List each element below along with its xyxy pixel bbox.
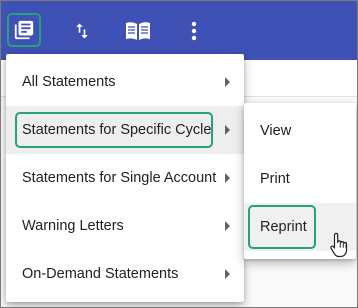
menu-item-label: Warning Letters — [22, 218, 124, 234]
submenu-item-label: View — [260, 123, 292, 139]
menu-item-label: All Statements — [22, 74, 116, 90]
chevron-right-icon — [225, 125, 230, 135]
more-vert-icon — [191, 21, 197, 41]
submenu-item-view[interactable]: View — [244, 107, 356, 155]
menu-item-statements-specific-cycle[interactable]: Statements for Specific Cycle — [6, 106, 244, 154]
book-icon — [126, 22, 150, 40]
menu-item-statements-single-account[interactable]: Statements for Single Account — [6, 154, 244, 202]
menu-item-label: Statements for Single Account — [22, 170, 217, 186]
chevron-right-icon — [225, 77, 230, 87]
chevron-right-icon — [225, 173, 230, 183]
top-toolbar — [1, 1, 357, 60]
statements-button[interactable] — [7, 13, 41, 47]
sort-icon — [76, 23, 88, 39]
book-button[interactable] — [120, 13, 156, 49]
highlight-box — [248, 205, 316, 249]
chevron-right-icon — [225, 269, 230, 279]
menu-item-warning-letters[interactable]: Warning Letters — [6, 202, 244, 250]
hand-pointer-icon — [330, 232, 348, 258]
highlight-box — [15, 112, 213, 148]
chevron-right-icon — [225, 221, 230, 231]
statements-menu: All Statements Statements for Specific C… — [6, 54, 244, 302]
submenu-item-print[interactable]: Print — [244, 155, 356, 203]
submenu-item-label: Print — [260, 171, 290, 187]
statements-icon — [14, 20, 34, 40]
more-options-button[interactable] — [176, 13, 212, 49]
app-window: All Statements Statements for Specific C… — [0, 0, 358, 308]
menu-item-label: On-Demand Statements — [22, 266, 179, 282]
sort-button[interactable] — [64, 13, 100, 49]
menu-item-on-demand-statements[interactable]: On-Demand Statements — [6, 250, 244, 298]
menu-item-all-statements[interactable]: All Statements — [6, 58, 244, 106]
